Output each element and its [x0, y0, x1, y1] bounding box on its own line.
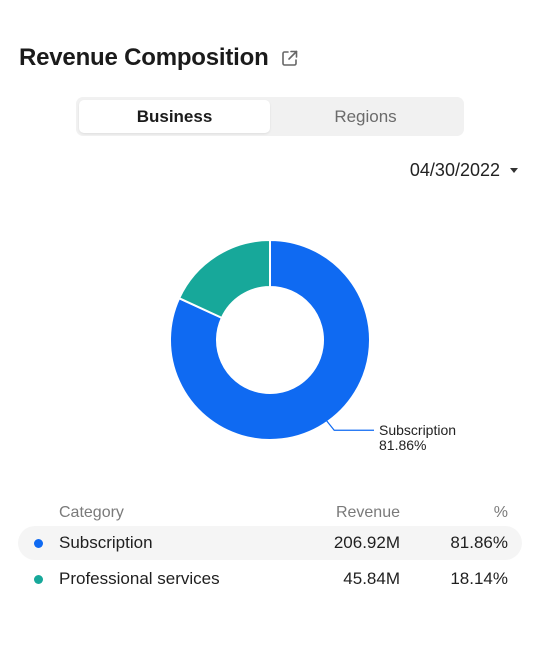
- legend-dot-subscription: [34, 538, 43, 548]
- revenue-table: Category Revenue % Subscription 206.92M …: [18, 500, 522, 598]
- callout-percent-label: 81.86%: [379, 437, 426, 453]
- table-row-professional-services[interactable]: Professional services 45.84M 18.14%: [18, 562, 522, 596]
- header-revenue: Revenue: [335, 504, 400, 521]
- table-row-subscription[interactable]: Subscription 206.92M 81.86%: [18, 526, 522, 560]
- header-category: Category: [59, 504, 124, 521]
- cell-category: Subscription: [59, 533, 153, 552]
- table-header: Category Revenue %: [18, 500, 522, 526]
- header-percent: %: [493, 504, 508, 521]
- cell-percent: 81.86%: [450, 533, 508, 552]
- cell-percent: 18.14%: [450, 569, 508, 588]
- cell-revenue: 45.84M: [343, 569, 400, 588]
- legend-dot-professional-services: [34, 574, 43, 584]
- donut-chart: Subscription 81.86%: [169, 238, 456, 453]
- cell-revenue: 206.92M: [333, 533, 400, 552]
- cell-category: Professional services: [59, 569, 220, 588]
- callout-category-label: Subscription: [379, 422, 456, 438]
- callout-leader-line: [325, 419, 374, 431]
